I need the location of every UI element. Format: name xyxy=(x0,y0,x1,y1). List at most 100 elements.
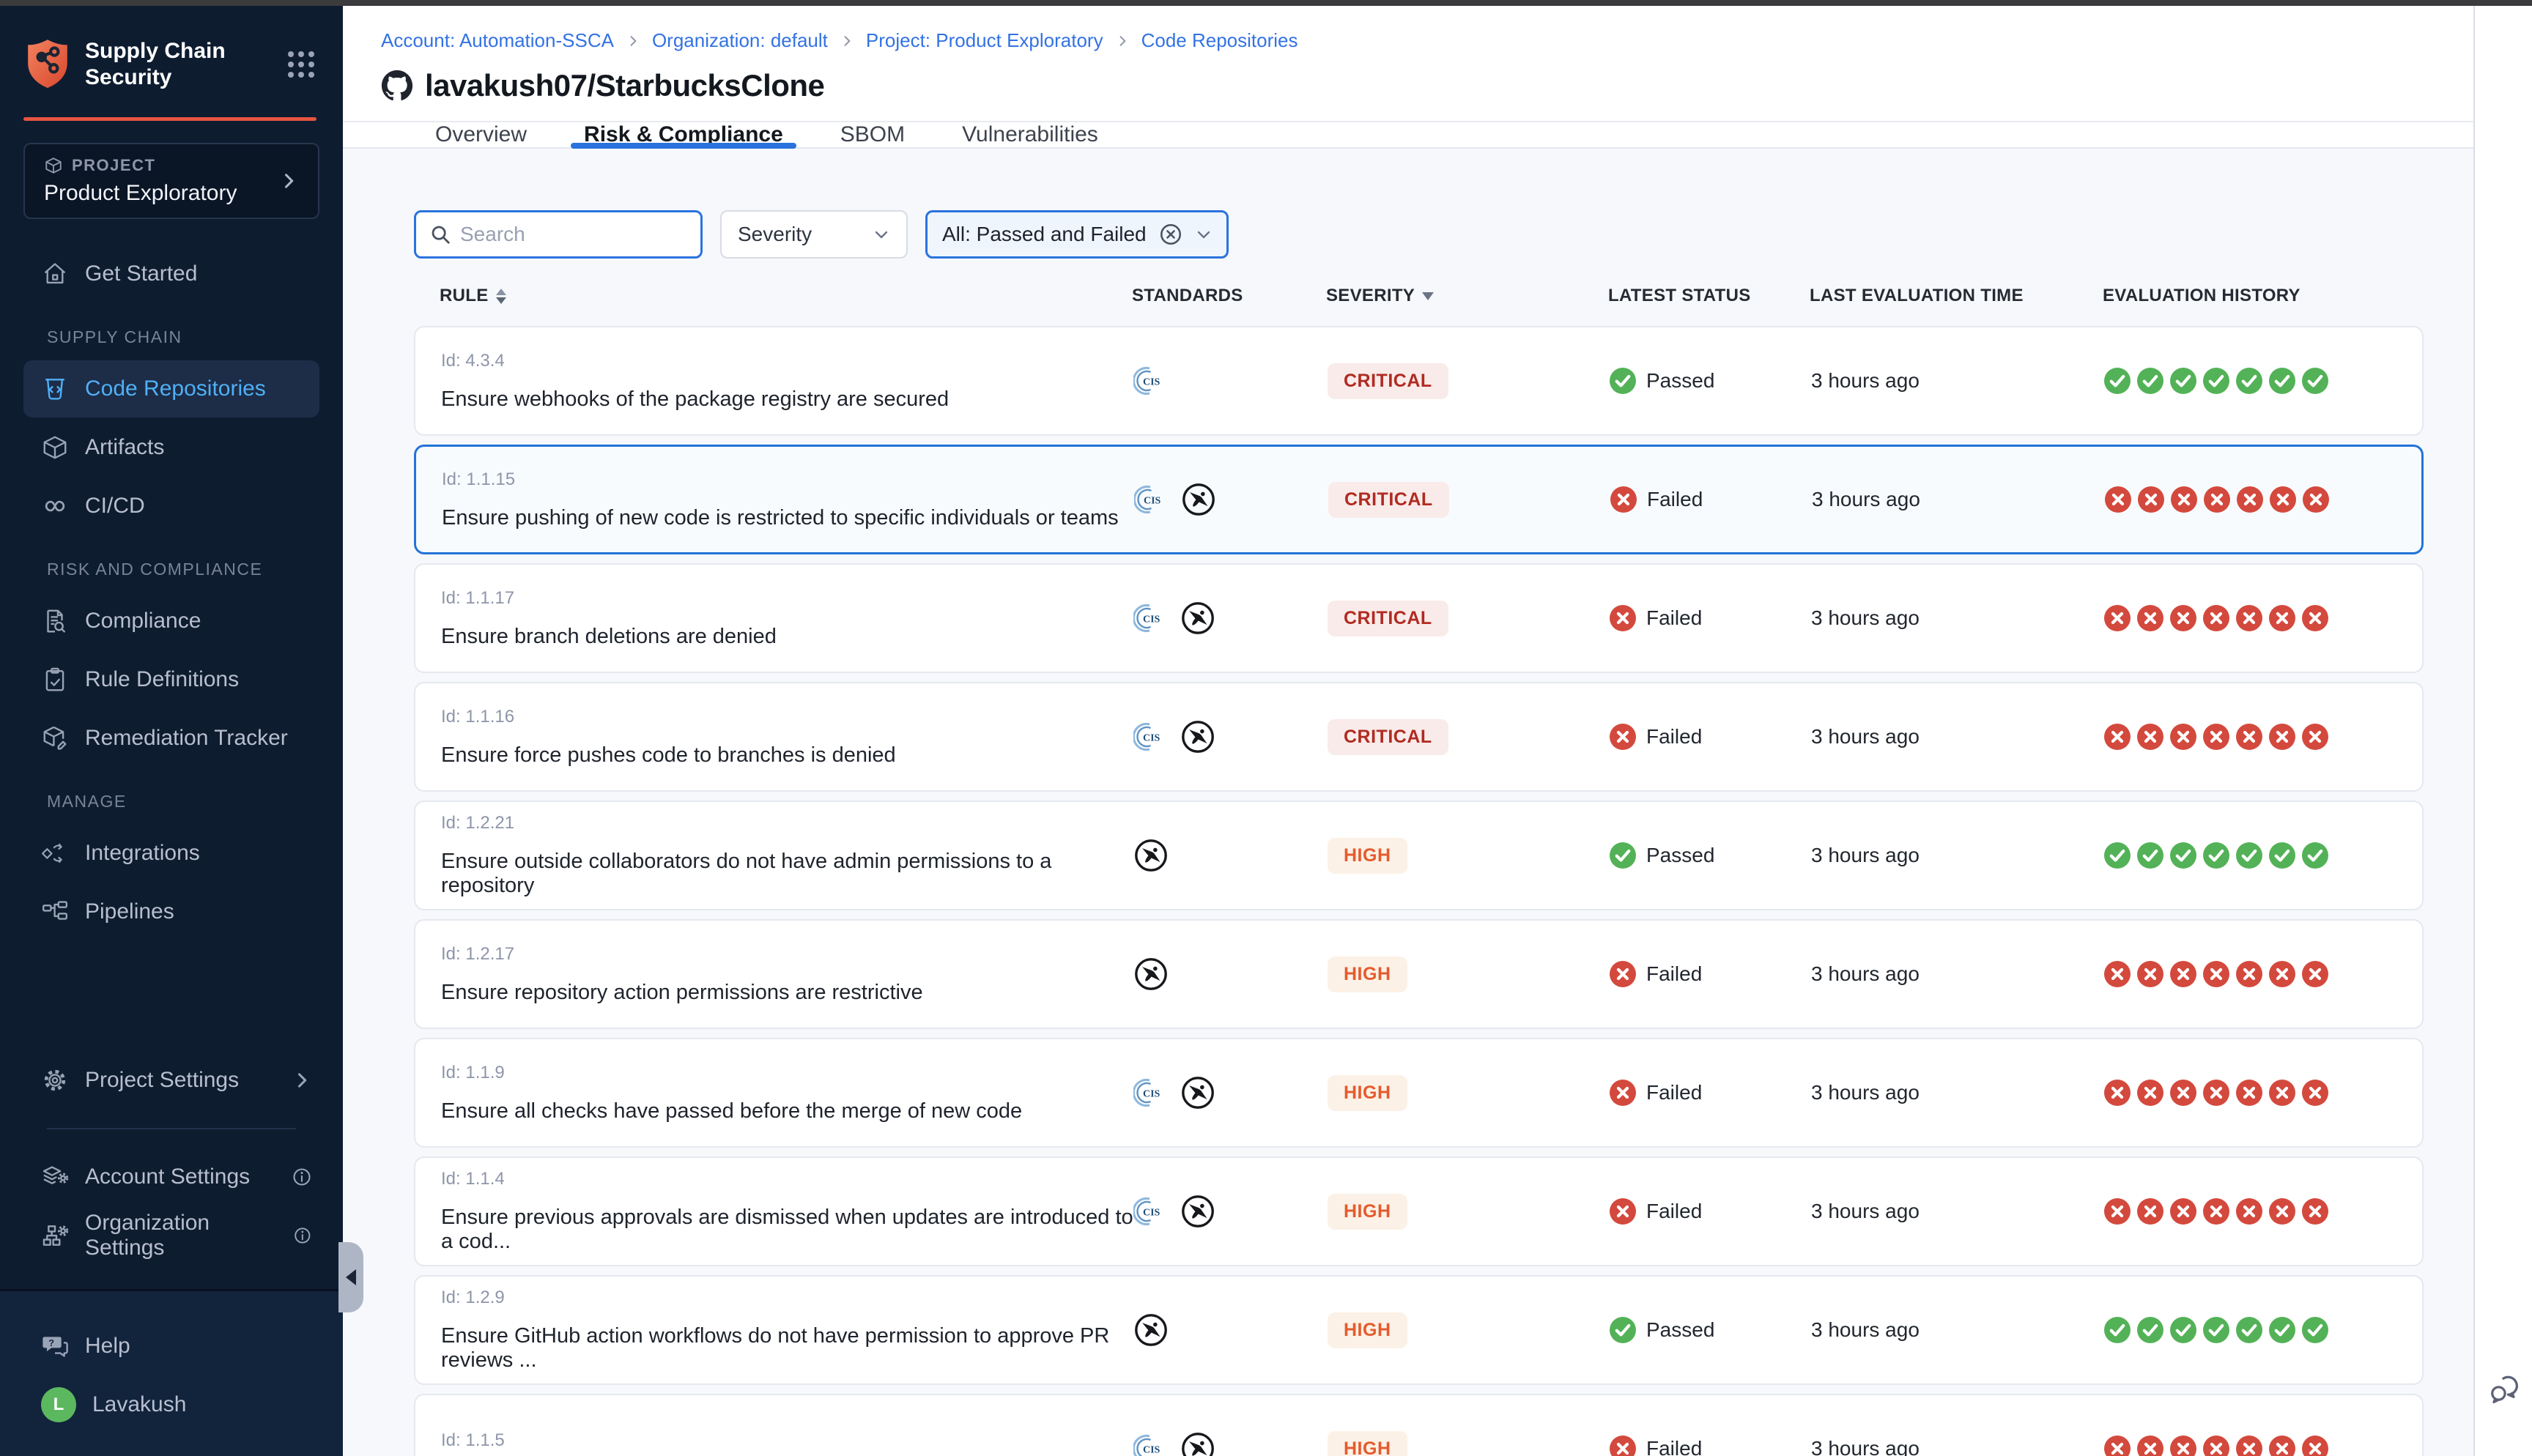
tab-vulnerabilities[interactable]: Vulnerabilities xyxy=(956,122,1104,147)
clear-filter-icon[interactable] xyxy=(1158,222,1183,247)
passed-icon xyxy=(1610,368,1636,394)
history-pass-icon xyxy=(2203,368,2229,394)
sidebar-item-code-repositories[interactable]: Code Repositories xyxy=(23,360,319,417)
latest-status-cell: Passed xyxy=(1610,368,1811,394)
sidebar-collapse-handle[interactable] xyxy=(338,1242,363,1312)
chat-icon[interactable] xyxy=(2485,1370,2523,1408)
sidebar-item-project-settings[interactable]: Project Settings xyxy=(23,1052,319,1109)
status-label: Failed xyxy=(1647,488,1703,511)
rule-id: Id: 1.1.17 xyxy=(441,588,1133,609)
sidebar-item-pipelines[interactable]: Pipelines xyxy=(23,883,319,940)
project-label: PROJECT xyxy=(72,156,155,175)
last-evaluation-time-cell: 3 hours ago xyxy=(1811,962,2104,986)
history-pass-icon xyxy=(2170,368,2196,394)
table-row[interactable]: Id: 4.3.4 Ensure webhooks of the package… xyxy=(414,326,2424,436)
sidebar-item-integrations[interactable]: Integrations xyxy=(23,825,319,882)
help-label: Help xyxy=(85,1334,130,1359)
nav-section-heading: RISK AND COMPLIANCE xyxy=(23,560,319,579)
rule-id: Id: 1.2.21 xyxy=(441,813,1133,833)
evaluation-history-cell xyxy=(2104,605,2422,631)
status-filter-dropdown[interactable]: All: Passed and Failed xyxy=(925,210,1229,259)
history-fail-icon xyxy=(2137,961,2163,987)
history-fail-icon xyxy=(2236,605,2262,631)
sidebar-item-account-settings[interactable]: Account Settings xyxy=(23,1148,319,1206)
owasp-icon xyxy=(1133,838,1169,873)
user-name: Lavakush xyxy=(92,1392,186,1417)
app-launcher-grid-icon[interactable] xyxy=(286,49,316,80)
breadcrumb-link[interactable]: Organization: default xyxy=(652,29,828,52)
column-header-rule[interactable]: RULE xyxy=(440,286,1132,306)
sort-desc-icon[interactable] xyxy=(1422,292,1434,300)
info-icon[interactable] xyxy=(292,1167,312,1187)
table-row[interactable]: Id: 1.2.9 Ensure GitHub action workflows… xyxy=(414,1275,2424,1385)
table-row[interactable]: Id: 1.1.4 Ensure previous approvals are … xyxy=(414,1156,2424,1266)
history-pass-icon xyxy=(2203,842,2229,869)
box-tool-icon xyxy=(41,724,69,752)
sidebar-item-get-started[interactable]: Get Started xyxy=(23,245,319,302)
rule-text: Ensure branch deletions are denied xyxy=(441,625,1133,649)
history-pass-icon xyxy=(2137,368,2163,394)
sort-icon[interactable] xyxy=(496,289,506,304)
status-label: Failed xyxy=(1646,1081,1702,1104)
column-header-last-evaluation-time: LAST EVALUATION TIME xyxy=(1810,286,2103,306)
sidebar-item-label: Pipelines xyxy=(85,899,174,924)
history-pass-icon xyxy=(2236,842,2262,869)
table-row[interactable]: Id: 1.1.5 CIS HIGH Failed 3 hours ago xyxy=(414,1394,2424,1456)
rule-text: Ensure repository action permissions are… xyxy=(441,981,1133,1005)
evaluation-history-cell xyxy=(2104,961,2422,987)
owasp-icon xyxy=(1180,719,1215,754)
sidebar-item-label: Rule Definitions xyxy=(85,667,239,692)
sidebar-item-remediation-tracker[interactable]: Remediation Tracker xyxy=(23,710,319,767)
tab-sbom[interactable]: SBOM xyxy=(834,122,911,147)
table-row[interactable]: Id: 1.1.15 Ensure pushing of new code is… xyxy=(414,445,2424,554)
table-row[interactable]: Id: 1.1.9 Ensure all checks have passed … xyxy=(414,1038,2424,1148)
sidebar-item-artifacts[interactable]: Artifacts xyxy=(23,419,319,476)
sidebar-item-organization-settings[interactable]: Organization Settings xyxy=(23,1207,319,1264)
owasp-icon xyxy=(1180,1194,1215,1229)
last-evaluation-time-cell: 3 hours ago xyxy=(1811,1318,2104,1342)
breadcrumb-link[interactable]: Account: Automation-SSCA xyxy=(381,29,614,52)
standards-cell: CIS xyxy=(1134,482,1328,517)
column-header-latest-status: LATEST STATUS xyxy=(1608,286,1810,306)
sidebar-item-rule-definitions[interactable]: Rule Definitions xyxy=(23,651,319,708)
passed-icon xyxy=(1610,1317,1636,1343)
table-row[interactable]: Id: 1.1.16 Ensure force pushes code to b… xyxy=(414,682,2424,792)
history-fail-icon xyxy=(2137,1198,2163,1225)
status-label: Failed xyxy=(1646,606,1702,630)
sidebar-item-user[interactable]: L Lavakush xyxy=(23,1376,319,1433)
standards-cell xyxy=(1133,1312,1328,1348)
table-row[interactable]: Id: 1.2.17 Ensure repository action perm… xyxy=(414,919,2424,1029)
home-icon xyxy=(41,260,69,288)
breadcrumb-link[interactable]: Code Repositories xyxy=(1141,29,1298,52)
sidebar-item-compliance[interactable]: Compliance xyxy=(23,593,319,650)
history-pass-icon xyxy=(2269,842,2295,869)
info-icon[interactable] xyxy=(293,1225,312,1246)
cis-icon: CIS xyxy=(1133,1075,1169,1110)
sidebar-item-help[interactable]: ? Help xyxy=(23,1318,319,1375)
severity-filter-label: Severity xyxy=(738,223,812,246)
table-row[interactable]: Id: 1.1.17 Ensure branch deletions are d… xyxy=(414,563,2424,673)
history-fail-icon xyxy=(2236,724,2262,750)
latest-status-cell: Failed xyxy=(1610,724,1811,750)
search-input[interactable] xyxy=(460,223,687,246)
table-row[interactable]: Id: 1.2.21 Ensure outside collaborators … xyxy=(414,801,2424,910)
tab-overview[interactable]: Overview xyxy=(429,122,533,147)
app-title: Supply Chain Security xyxy=(85,38,239,91)
sidebar-item-label: Account Settings xyxy=(85,1165,250,1189)
breadcrumb-link[interactable]: Project: Product Exploratory xyxy=(866,29,1103,52)
history-fail-icon xyxy=(2236,961,2262,987)
sidebar-item-ci-cd[interactable]: CI/CD xyxy=(23,478,319,535)
cis-icon: CIS xyxy=(1133,363,1169,398)
history-pass-icon xyxy=(2104,1317,2131,1343)
history-fail-icon xyxy=(2269,961,2295,987)
rule-id: Id: 4.3.4 xyxy=(441,351,1133,371)
last-evaluation-time-cell: 3 hours ago xyxy=(1811,369,2104,393)
project-selector[interactable]: PROJECT Product Exploratory xyxy=(23,143,319,219)
tab-risk-compliance[interactable]: Risk & Compliance xyxy=(578,122,789,147)
status-label: Failed xyxy=(1646,962,1702,986)
svg-text:CIS: CIS xyxy=(1143,1445,1160,1456)
app-root: Supply Chain Security PROJECT xyxy=(0,6,2532,1456)
history-fail-icon xyxy=(2203,961,2229,987)
column-header-severity[interactable]: SEVERITY xyxy=(1326,286,1608,306)
severity-filter-dropdown[interactable]: Severity xyxy=(720,210,908,259)
